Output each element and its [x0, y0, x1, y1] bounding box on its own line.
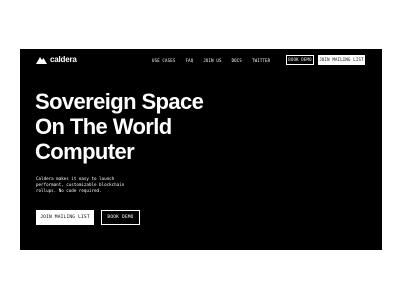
nav-link-join-us[interactable]: JOIN US	[203, 58, 221, 63]
nav-link-docs[interactable]: DOCS	[232, 58, 242, 63]
navbar: caldera USE CASES FAQ JOIN US DOCS TWITT…	[20, 49, 382, 71]
hero-description-line: rollups. No code required.	[36, 188, 102, 193]
brand-name: caldera	[50, 55, 77, 64]
mountain-logo-icon	[36, 57, 47, 64]
hero-book-demo-button[interactable]: BOOK DEMO	[101, 210, 140, 225]
hero-join-mailing-list-button[interactable]: JOIN MAILING LIST	[36, 210, 94, 225]
nav-join-mailing-list-button[interactable]: JOIN MAILING LIST	[318, 55, 365, 65]
nav-link-use-cases[interactable]: USE CASES	[152, 58, 175, 63]
nav-link-faq[interactable]: FAQ	[185, 58, 193, 63]
site-frame: caldera USE CASES FAQ JOIN US DOCS TWITT…	[20, 49, 382, 250]
hero-title-line: Computer	[35, 139, 135, 164]
hero-description: Caldera makes it easy to launch performa…	[36, 176, 146, 194]
nav-book-demo-button[interactable]: BOOK DEMO	[286, 55, 314, 65]
hero-title-line: On The World	[35, 114, 172, 139]
hero-title: Sovereign Space On The World Computer	[35, 89, 204, 164]
hero-title-line: Sovereign Space	[35, 89, 204, 114]
nav-link-twitter[interactable]: TWITTER	[252, 58, 270, 63]
nav-links: USE CASES FAQ JOIN US DOCS TWITTER	[152, 58, 270, 63]
brand-logo[interactable]: caldera	[36, 55, 77, 65]
